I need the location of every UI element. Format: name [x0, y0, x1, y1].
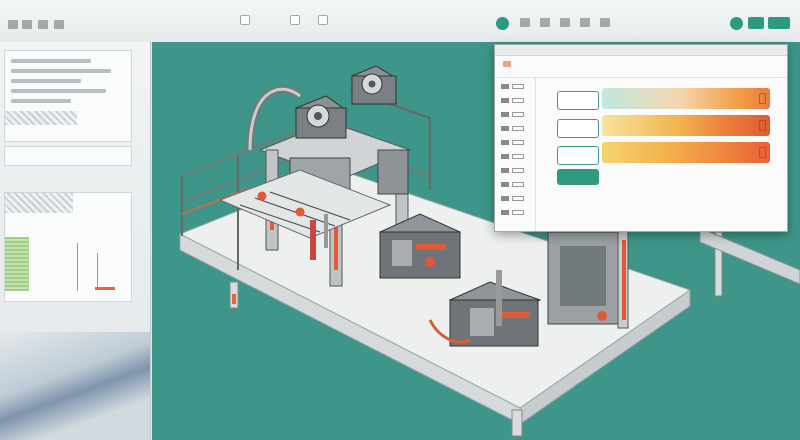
- gradient-bar-yellow-orange[interactable]: [602, 142, 770, 163]
- sidebar-row[interactable]: [501, 167, 529, 175]
- gradient-bar-teal-orange[interactable]: [602, 88, 770, 109]
- gradient-bar-yellow-red[interactable]: [602, 115, 770, 136]
- color-swatch[interactable]: [557, 91, 599, 110]
- sidebar-row[interactable]: [501, 111, 529, 119]
- sidebar-row[interactable]: [501, 153, 529, 161]
- sidebar-row[interactable]: [501, 209, 529, 217]
- sidebar-row[interactable]: [501, 181, 529, 189]
- dialog-icon[interactable]: [503, 61, 511, 67]
- fan-unit-icon: [350, 65, 398, 105]
- enclosure: [547, 229, 629, 329]
- dialog-sidebar: [495, 77, 536, 231]
- stand-post: [496, 270, 502, 326]
- fan-unit-icon: [295, 95, 347, 139]
- platform-leg: [232, 294, 236, 304]
- chute: [310, 220, 316, 260]
- chute: [324, 214, 328, 248]
- platform-leg: [511, 409, 523, 437]
- color-swatch[interactable]: [557, 146, 599, 165]
- color-swatch[interactable]: [557, 119, 599, 138]
- sidebar-row[interactable]: [501, 83, 529, 91]
- apply-button[interactable]: [557, 169, 599, 185]
- sidebar-row[interactable]: [501, 139, 529, 147]
- machine-housing: [377, 149, 409, 195]
- material-dialog: [494, 44, 788, 232]
- sidebar-row[interactable]: [501, 97, 529, 105]
- sidebar-row[interactable]: [501, 125, 529, 133]
- sidebar-row[interactable]: [501, 195, 529, 203]
- dialog-tabbar: [495, 55, 787, 78]
